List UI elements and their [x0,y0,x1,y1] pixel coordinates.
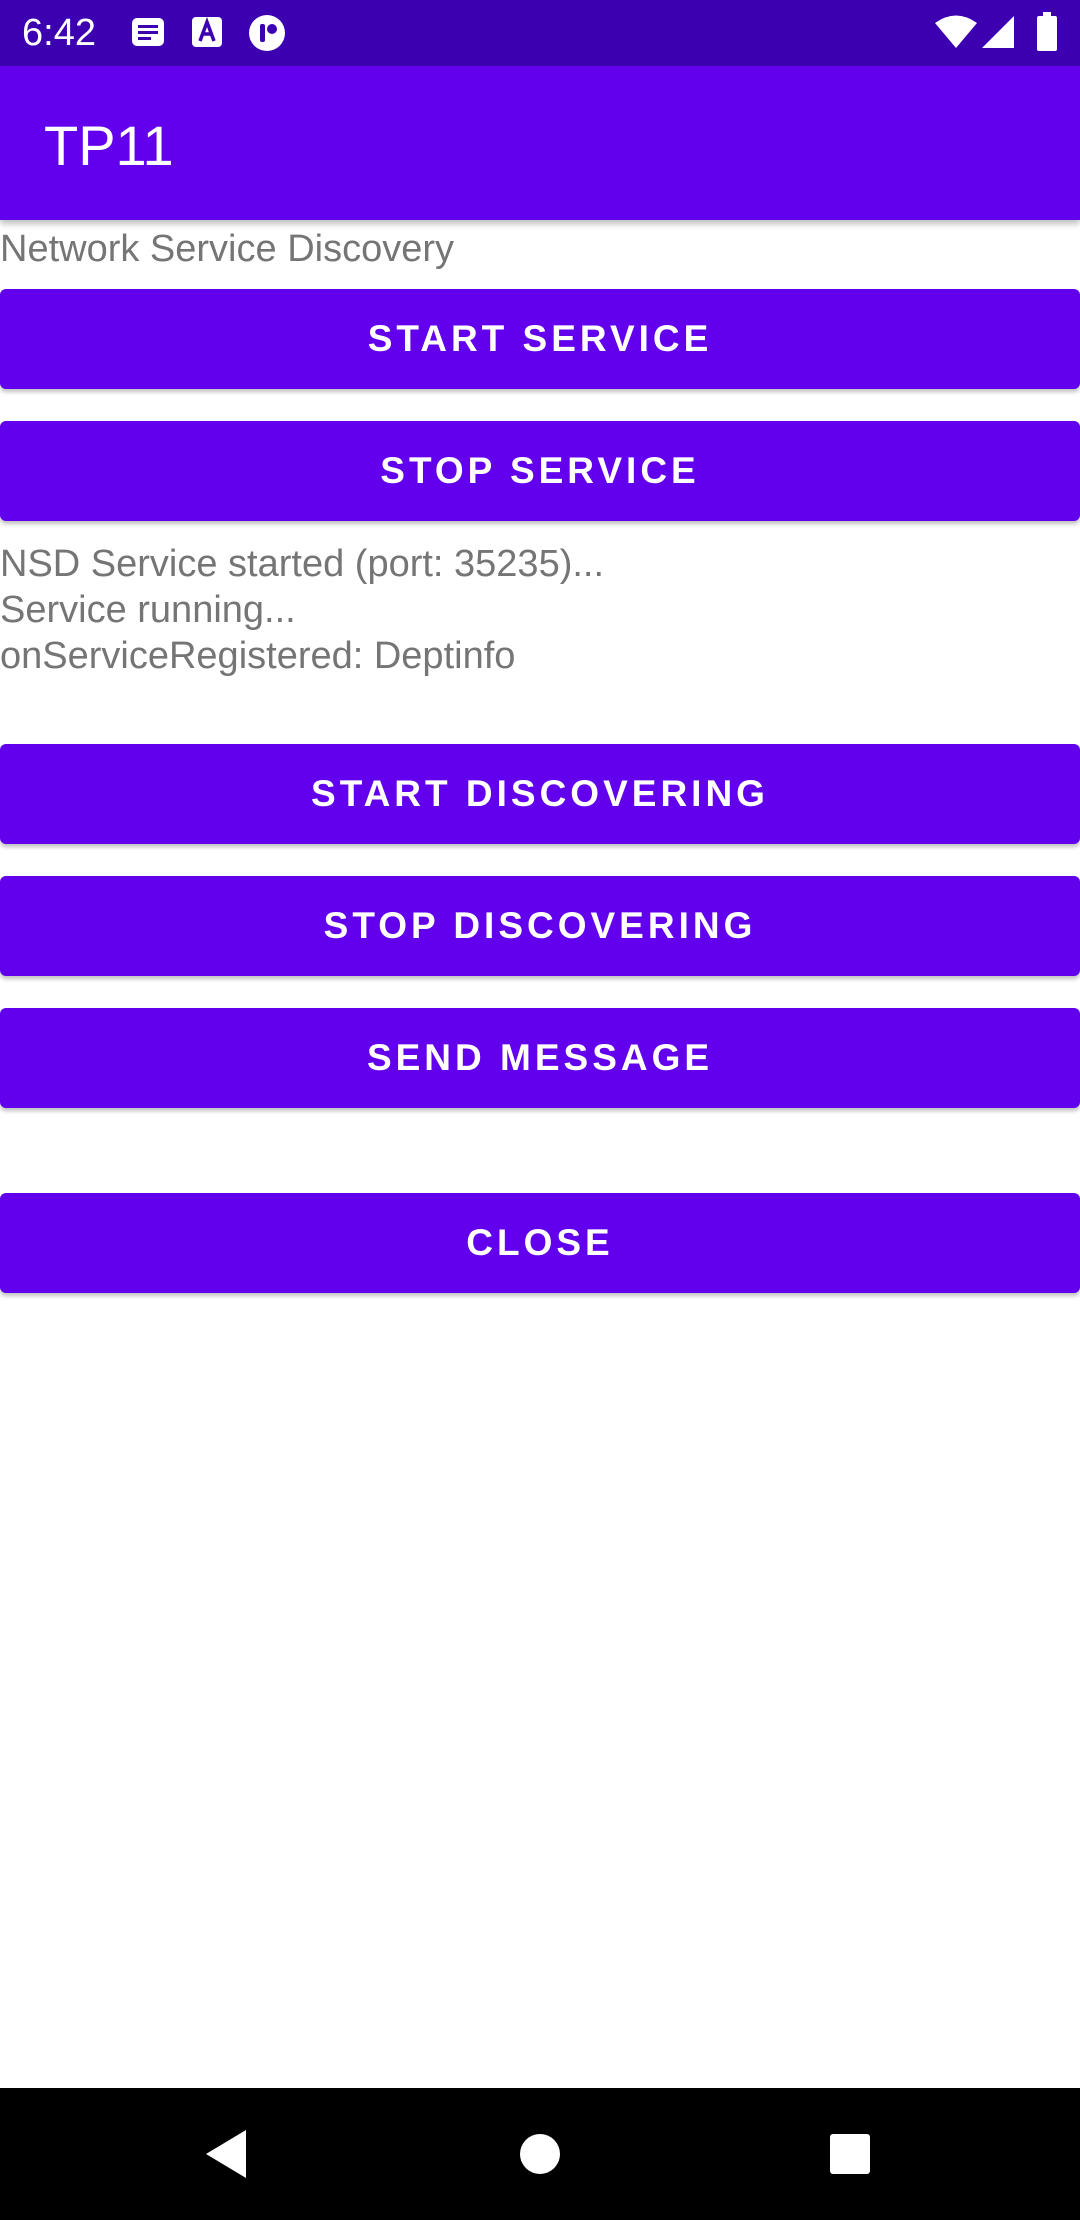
app-badge-icon [248,14,286,57]
battery-icon [1036,12,1058,57]
app-bar: TP11 [0,66,1080,220]
section-subtitle: Network Service Discovery [0,228,454,270]
stop-service-button[interactable]: STOP SERVICE [0,421,1080,521]
status-time: 6:42 [22,12,96,54]
start-service-button[interactable]: START SERVICE [0,289,1080,389]
log-line: onServiceRegistered: Deptinfo [0,635,516,677]
cell-signal-icon [980,14,1016,55]
font-a-icon [190,14,224,55]
stop-discovering-button[interactable]: STOP DISCOVERING [0,876,1080,976]
log-line: NSD Service started (port: 35235)... [0,543,605,585]
status-bar: 6:42 [0,0,1080,66]
start-discovering-button[interactable]: START DISCOVERING [0,744,1080,844]
notes-icon [130,14,166,55]
service-log: NSD Service started (port: 35235)... Ser… [0,541,604,679]
recents-icon[interactable] [814,2118,886,2190]
wifi-icon [934,14,978,55]
send-message-button[interactable]: SEND MESSAGE [0,1008,1080,1108]
close-button[interactable]: CLOSE [0,1193,1080,1293]
app-title: TP11 [44,114,174,177]
back-icon[interactable] [190,2118,262,2190]
navigation-bar [0,2088,1080,2220]
home-icon[interactable] [504,2118,576,2190]
log-line: Service running... [0,589,296,631]
